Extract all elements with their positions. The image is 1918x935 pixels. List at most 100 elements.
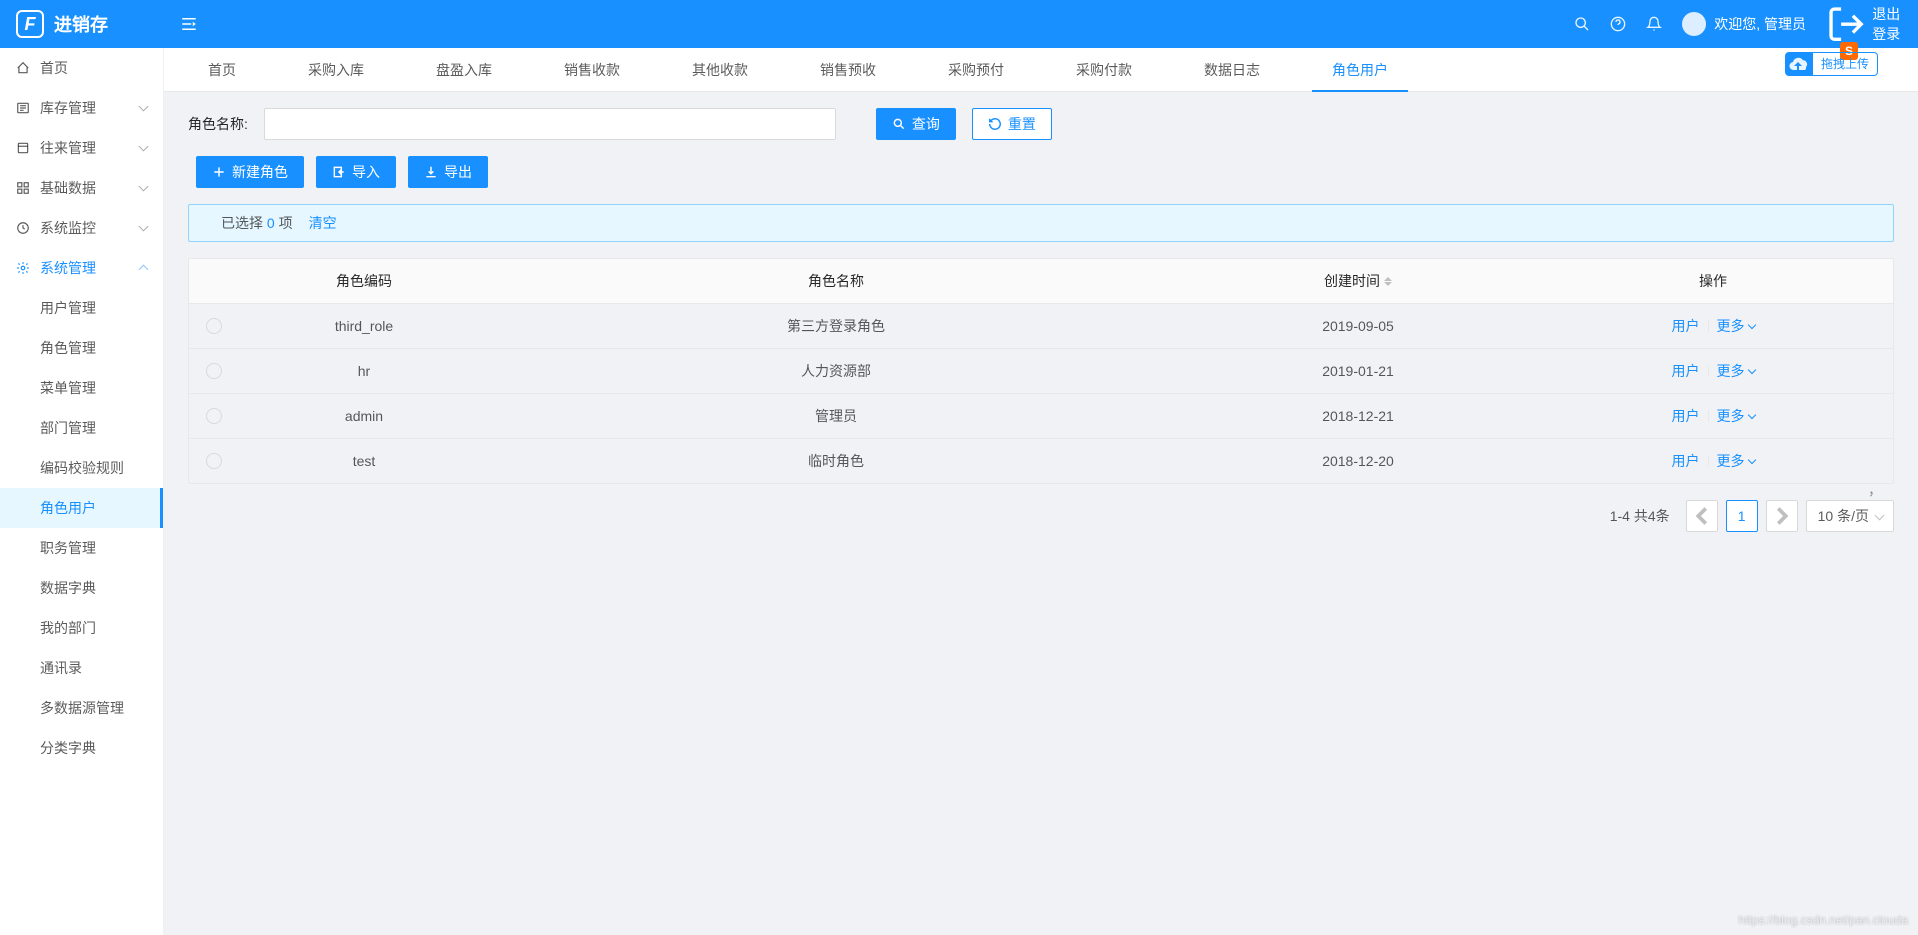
logo[interactable]: F 进销存 (16, 10, 164, 38)
cell-name: 临时角色 (489, 439, 1183, 483)
tab-销售预收[interactable]: 销售预收 (800, 48, 896, 92)
welcome-text: 欢迎您, 管理员 (1714, 14, 1806, 34)
reload-icon (988, 117, 1002, 131)
sidebar-sub-部门管理[interactable]: 部门管理 (0, 408, 163, 448)
th-code[interactable]: 角色编码 (239, 259, 489, 303)
sidebar-sub-职务管理[interactable]: 职务管理 (0, 528, 163, 568)
bell-icon[interactable] (1646, 16, 1662, 32)
query-button[interactable]: 查询 (876, 108, 956, 140)
tab-销售收款[interactable]: 销售收款 (544, 48, 640, 92)
sidebar: 首页库存管理往来管理基础数据系统监控系统管理用户管理角色管理菜单管理部门管理编码… (0, 48, 164, 935)
help-icon[interactable] (1610, 16, 1626, 32)
search-icon[interactable] (1574, 16, 1590, 32)
role-table: 角色编码 角色名称 创建时间 操作 third_role 第三方登录角色 201… (188, 258, 1894, 484)
menu-fold-icon[interactable] (180, 15, 198, 33)
logo-icon: F (16, 10, 44, 38)
page-size-select[interactable]: 10 条/页 (1806, 500, 1894, 532)
cell-name: 人力资源部 (489, 349, 1183, 393)
cell-code: hr (239, 349, 489, 393)
user-link[interactable]: 用户 (1672, 451, 1700, 471)
tab-首页[interactable]: 首页 (188, 48, 256, 92)
sidebar-item-基础数据[interactable]: 基础数据 (0, 168, 163, 208)
th-name[interactable]: 角色名称 (489, 259, 1183, 303)
sidebar-sub-我的部门[interactable]: 我的部门 (0, 608, 163, 648)
table-row: test 临时角色 2018-12-20 用户 更多 (189, 439, 1893, 483)
download-icon (424, 165, 438, 179)
sort-icon (1384, 277, 1392, 286)
sidebar-item-库存管理[interactable]: 库存管理 (0, 88, 163, 128)
chevron-down-icon (1747, 410, 1755, 418)
cell-name: 第三方登录角色 (489, 304, 1183, 348)
tab-角色用户[interactable]: 角色用户 (1312, 48, 1408, 92)
box-icon (16, 141, 30, 155)
table-row: admin 管理员 2018-12-21 用户 更多 (189, 394, 1893, 439)
new-role-button[interactable]: 新建角色 (196, 156, 304, 188)
cell-date: 2018-12-21 (1183, 394, 1533, 438)
more-dropdown[interactable]: 更多 (1717, 361, 1755, 381)
table-row: hr 人力资源部 2019-01-21 用户 更多 (189, 349, 1893, 394)
tab-采购入库[interactable]: 采购入库 (288, 48, 384, 92)
search-row: 角色名称: 查询 重置 (188, 108, 1894, 140)
tab-采购付款[interactable]: 采购付款 (1056, 48, 1152, 92)
home-icon (16, 61, 30, 75)
role-name-input[interactable] (264, 108, 836, 140)
content-area: 拖拽上传 首页采购入库盘盈入库销售收款其他收款销售预收采购预付采购付款数据日志角… (164, 48, 1918, 935)
sidebar-sub-角色用户[interactable]: 角色用户 (0, 488, 163, 528)
row-radio[interactable] (206, 318, 222, 334)
tab-数据日志[interactable]: 数据日志 (1184, 48, 1280, 92)
th-date[interactable]: 创建时间 (1183, 259, 1533, 303)
row-radio[interactable] (206, 408, 222, 424)
row-radio[interactable] (206, 453, 222, 469)
selection-alert: 已选择 0 项 清空 (188, 204, 1894, 242)
next-page-button[interactable] (1766, 500, 1798, 532)
more-dropdown[interactable]: 更多 (1717, 451, 1755, 471)
sidebar-sub-用户管理[interactable]: 用户管理 (0, 288, 163, 328)
logo-text: 进销存 (54, 11, 108, 37)
import-button[interactable]: 导入 (316, 156, 396, 188)
sidebar-sub-数据字典[interactable]: 数据字典 (0, 568, 163, 608)
upload-label: 拖拽上传 (1813, 52, 1878, 76)
more-dropdown[interactable]: 更多 (1717, 316, 1755, 336)
tab-采购预付[interactable]: 采购预付 (928, 48, 1024, 92)
cloud-upload-icon (1785, 52, 1813, 76)
tab-其他收款[interactable]: 其他收款 (672, 48, 768, 92)
row-radio[interactable] (206, 363, 222, 379)
user-link[interactable]: 用户 (1672, 406, 1700, 426)
dashboard-icon (16, 221, 30, 235)
sidebar-sub-分类字典[interactable]: 分类字典 (0, 728, 163, 768)
export-button[interactable]: 导出 (408, 156, 488, 188)
ime-indicator: S ， (1866, 480, 1882, 500)
reset-button[interactable]: 重置 (972, 108, 1052, 140)
sidebar-item-首页[interactable]: 首页 (0, 48, 163, 88)
sidebar-item-往来管理[interactable]: 往来管理 (0, 128, 163, 168)
plus-icon (212, 165, 226, 179)
prev-page-button[interactable] (1686, 500, 1718, 532)
action-row: 新建角色 导入 导出 (188, 156, 1894, 188)
import-icon (332, 165, 346, 179)
upload-widget[interactable]: 拖拽上传 (1785, 52, 1878, 76)
sidebar-sub-通讯录[interactable]: 通讯录 (0, 648, 163, 688)
logout-label: 退出登录 (1872, 4, 1902, 44)
table-row: third_role 第三方登录角色 2019-09-05 用户 更多 (189, 304, 1893, 349)
table-header: 角色编码 角色名称 创建时间 操作 (189, 259, 1893, 304)
sidebar-sub-编码校验规则[interactable]: 编码校验规则 (0, 448, 163, 488)
page-1-button[interactable]: 1 (1726, 500, 1758, 532)
logout-button[interactable]: 退出登录 (1826, 4, 1902, 44)
cell-date: 2019-01-21 (1183, 349, 1533, 393)
sidebar-sub-多数据源管理[interactable]: 多数据源管理 (0, 688, 163, 728)
more-dropdown[interactable]: 更多 (1717, 406, 1755, 426)
user-link[interactable]: 用户 (1672, 316, 1700, 336)
tab-盘盈入库[interactable]: 盘盈入库 (416, 48, 512, 92)
user-link[interactable]: 用户 (1672, 361, 1700, 381)
gear-icon (16, 261, 30, 275)
clear-selection-link[interactable]: 清空 (309, 213, 337, 233)
cell-code: test (239, 439, 489, 483)
sidebar-item-系统管理[interactable]: 系统管理 (0, 248, 163, 288)
sidebar-sub-角色管理[interactable]: 角色管理 (0, 328, 163, 368)
sidebar-item-系统监控[interactable]: 系统监控 (0, 208, 163, 248)
sidebar-sub-菜单管理[interactable]: 菜单管理 (0, 368, 163, 408)
list-icon (16, 101, 30, 115)
search-label: 角色名称: (188, 114, 248, 134)
chevron-down-icon (1747, 455, 1755, 463)
user-area[interactable]: 欢迎您, 管理员 (1682, 12, 1806, 36)
